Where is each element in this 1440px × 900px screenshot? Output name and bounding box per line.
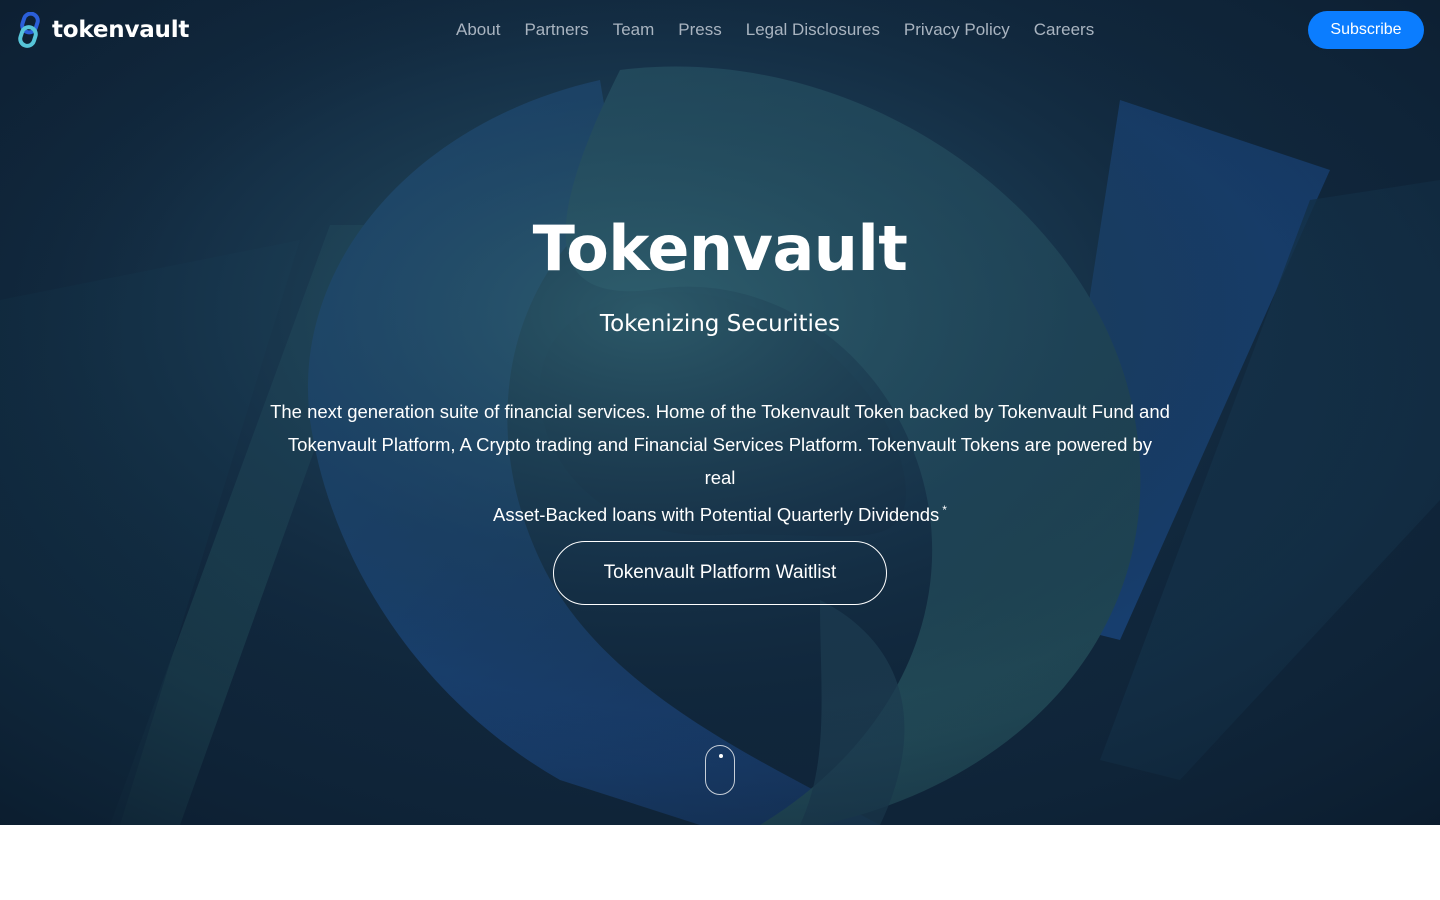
hero-title: Tokenvault (532, 212, 908, 285)
hero-description: The next generation suite of financial s… (270, 395, 1170, 531)
hero-description-line-2: Tokenvault Platform, A Crypto trading an… (287, 434, 1153, 488)
nav-link-careers[interactable]: Careers (1022, 20, 1106, 40)
nav-link-press[interactable]: Press (666, 20, 733, 40)
hero-description-line-3: Asset-Backed loans with Potential Quarte… (493, 504, 940, 526)
subscribe-button[interactable]: Subscribe (1308, 11, 1424, 49)
hero-subtitle: Tokenizing Securities (599, 311, 841, 337)
footnote-mark: * (942, 503, 947, 517)
hero-description-line-1: The next generation suite of financial s… (270, 401, 1170, 422)
nav-links: About Partners Team Press Legal Disclosu… (444, 0, 1106, 60)
nav-link-about[interactable]: About (444, 20, 512, 40)
nav-link-partners[interactable]: Partners (512, 20, 600, 40)
scroll-down-mouse-icon[interactable] (705, 745, 735, 795)
nav-link-privacy-policy[interactable]: Privacy Policy (892, 20, 1022, 40)
brand-name: tokenvault (52, 17, 190, 43)
scroll-wheel-dot (718, 754, 723, 758)
platform-waitlist-button[interactable]: Tokenvault Platform Waitlist (553, 541, 887, 605)
nav-link-legal-disclosures[interactable]: Legal Disclosures (734, 20, 892, 40)
chain-link-icon (18, 12, 40, 48)
hero-section: tokenvault About Partners Team Press Leg… (0, 0, 1440, 825)
top-navbar: tokenvault About Partners Team Press Leg… (0, 0, 1440, 60)
brand-logo-link[interactable]: tokenvault (16, 12, 189, 48)
nav-link-team[interactable]: Team (601, 20, 667, 40)
